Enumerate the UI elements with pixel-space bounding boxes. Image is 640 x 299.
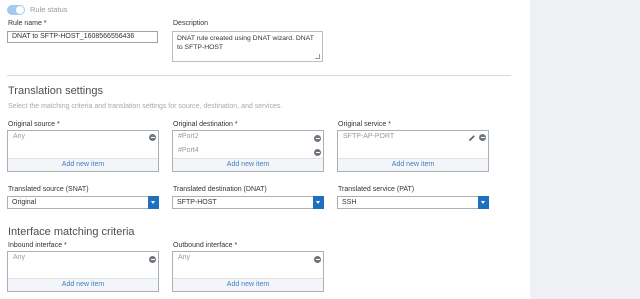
chevron-down-icon[interactable] [478,196,489,209]
translated-service-select[interactable]: SSH [337,196,489,209]
outbound-interface-label: Outbound interface * [173,242,238,249]
outbound-interface-list: Any Add new item [172,251,324,292]
rule-status-label: Rule status [30,5,68,14]
list-item: #Port4 [178,147,199,154]
original-service-list: SFTP-AP-PORT Add new item [337,130,489,172]
edit-pencil-icon[interactable] [468,134,476,142]
original-destination-add-button[interactable]: Add new item [173,158,323,171]
inbound-interface-add-button[interactable]: Add new item [8,278,158,291]
original-source-list: Any Add new item [7,130,159,172]
inbound-interface-label: Inbound interface * [8,242,67,249]
chevron-down-icon[interactable] [148,196,159,209]
translated-source-select[interactable]: Original [7,196,159,209]
inbound-interface-list: Any Add new item [7,251,159,292]
original-destination-list: #Port2 #Port4 Add new item [172,130,324,172]
rule-status-toggle[interactable] [7,5,25,15]
rule-name-label: Rule name * [8,20,47,27]
translated-destination-select[interactable]: SFTP-HOST [172,196,324,209]
remove-item-icon[interactable] [149,134,156,141]
translation-settings-title: Translation settings [8,85,103,97]
translated-destination-label: Translated destination (DNAT) [173,186,267,193]
remove-item-icon[interactable] [149,256,156,263]
selected-value: Original [12,199,37,206]
list-item: Any [13,254,26,261]
description-text: DNAT rule created using DNAT wizard. DNA… [177,35,314,51]
outbound-interface-add-button[interactable]: Add new item [173,278,323,291]
remove-item-icon[interactable] [314,135,321,142]
remove-item-icon[interactable] [479,134,486,141]
original-service-add-button[interactable]: Add new item [338,158,488,171]
remove-item-icon[interactable] [314,256,321,263]
interface-matching-title: Interface matching criteria [8,226,135,238]
translated-service-label: Translated service (PAT) [338,186,415,193]
list-item: Any [13,133,26,140]
remove-item-icon[interactable] [314,149,321,156]
original-source-add-button[interactable]: Add new item [8,158,158,171]
original-destination-label: Original destination * [173,121,238,128]
chevron-down-icon[interactable] [313,196,324,209]
section-divider [7,75,511,76]
list-item: #Port2 [178,133,199,140]
original-service-label: Original service * [338,121,391,128]
translation-settings-subtitle: Select the matching criteria and transla… [8,103,283,110]
rule-name-input[interactable]: DNAT to SFTP-HOST_1608566556436 [7,31,158,43]
selected-value: SSH [342,199,357,206]
resize-grip-icon[interactable] [315,54,320,59]
list-item: SFTP-AP-PORT [343,133,395,140]
translated-source-label: Translated source (SNAT) [8,186,89,193]
description-label: Description [173,20,209,27]
list-item: Any [178,254,191,261]
description-textarea[interactable]: DNAT rule created using DNAT wizard. DNA… [172,31,323,62]
original-source-label: Original source * [8,121,60,128]
rule-form-panel: Rule status Rule name * DNAT to SFTP-HOS… [0,0,530,299]
selected-value: SFTP-HOST [177,199,217,206]
